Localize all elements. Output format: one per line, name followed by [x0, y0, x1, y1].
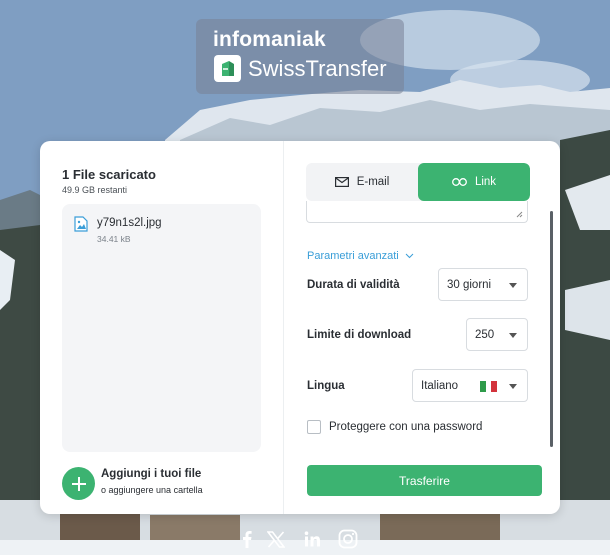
chevron-down-icon — [405, 253, 414, 259]
download-limit-select[interactable]: 250 — [466, 318, 528, 351]
add-files-label[interactable]: Aggiungi i tuoi file — [101, 468, 201, 480]
linkedin-icon[interactable] — [301, 528, 323, 550]
resize-handle-icon — [516, 211, 523, 218]
caret-down-icon — [509, 333, 517, 338]
plus-icon — [71, 476, 86, 491]
validity-label: Durata di validità — [307, 279, 400, 291]
facebook-icon[interactable] — [236, 528, 258, 550]
language-value: Italiano — [421, 379, 459, 392]
password-checkbox[interactable] — [307, 420, 321, 434]
tab-link[interactable]: Link — [418, 163, 530, 201]
caret-down-icon — [509, 384, 517, 389]
image-file-icon — [74, 216, 88, 232]
transfer-mode-toggle: E-mail Link — [306, 163, 530, 201]
link-icon — [451, 178, 467, 186]
file-list: y79n1s2l.jpg 34.41 kB — [62, 204, 261, 452]
add-files-button[interactable] — [62, 467, 95, 500]
settings-panel: E-mail Link Parametri avanzati Durata di… — [284, 141, 560, 514]
x-icon[interactable] — [265, 528, 287, 550]
mail-icon — [334, 177, 349, 187]
password-checkbox-label[interactable]: Proteggere con una password — [329, 421, 482, 433]
file-name: y79n1s2l.jpg — [97, 217, 162, 229]
storage-remaining: 49.9 GB restanti — [62, 185, 128, 195]
download-limit-label: Limite di download — [307, 329, 412, 341]
product-name: SwissTransfer — [248, 56, 387, 81]
transfer-card: 1 File scaricato 49.9 GB restanti y79n1s… — [40, 141, 560, 514]
caret-down-icon — [509, 283, 517, 288]
file-size: 34.41 kB — [97, 234, 131, 244]
tab-email-label: E-mail — [356, 176, 390, 188]
upload-panel: 1 File scaricato 49.9 GB restanti y79n1s… — [40, 141, 284, 514]
tab-link-label: Link — [474, 176, 497, 188]
tab-email[interactable]: E-mail — [306, 163, 418, 201]
upload-title: 1 File scaricato — [62, 167, 156, 182]
scrollbar-thumb[interactable] — [550, 211, 553, 447]
language-label: Lingua — [307, 380, 345, 392]
swisstransfer-logo-icon — [214, 55, 241, 82]
add-folder-link[interactable]: o aggiungere una cartella — [101, 485, 203, 495]
language-select[interactable]: Italiano — [412, 369, 528, 402]
validity-value: 30 giorni — [447, 278, 492, 291]
italy-flag-icon — [480, 381, 498, 392]
instagram-icon[interactable] — [337, 528, 359, 550]
transfer-button[interactable]: Trasferire — [307, 465, 542, 496]
company-name: infomaniak — [213, 28, 326, 51]
download-limit-value: 250 — [475, 328, 495, 341]
advanced-settings-toggle[interactable]: Parametri avanzati — [307, 250, 414, 262]
message-textarea[interactable] — [306, 201, 528, 223]
advanced-settings-label: Parametri avanzati — [307, 250, 399, 262]
validity-select[interactable]: 30 giorni — [438, 268, 528, 301]
brand-banner: infomaniak SwissTransfer — [196, 19, 404, 94]
